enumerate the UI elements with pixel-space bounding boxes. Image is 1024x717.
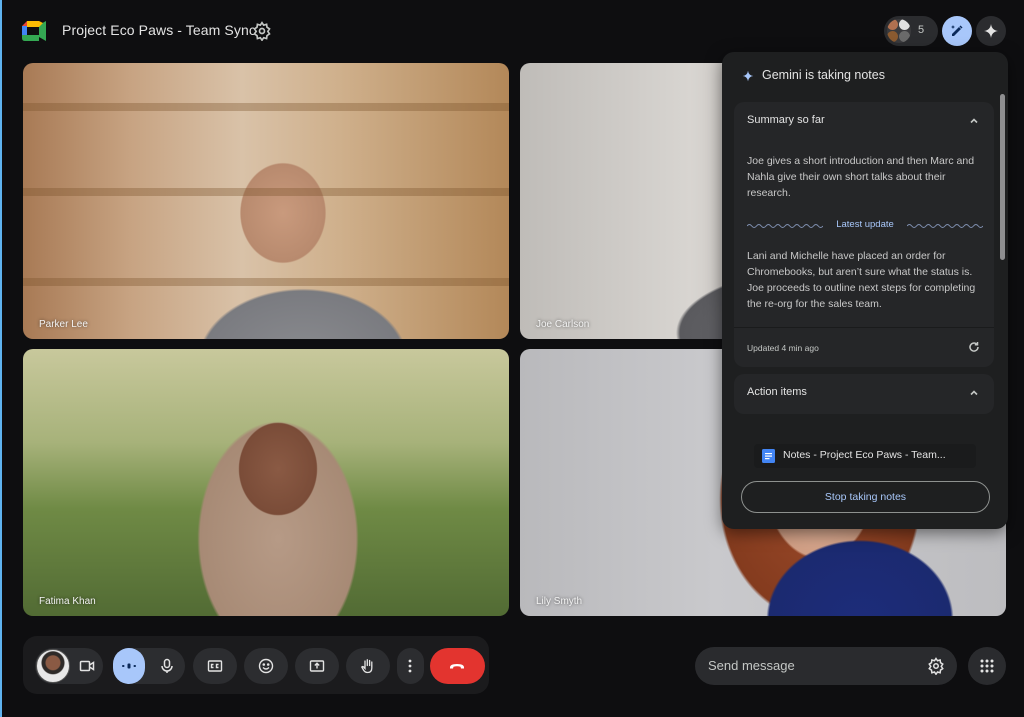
participant-name: Fatima Khan — [39, 596, 96, 607]
closed-captions-icon — [207, 660, 223, 672]
video-tile[interactable]: Parker Lee — [23, 63, 509, 339]
participant-name: Parker Lee — [39, 319, 88, 330]
stop-taking-notes-button[interactable]: Stop taking notes — [741, 481, 990, 513]
scrollbar[interactable] — [1000, 94, 1005, 260]
audio-level-icon — [122, 663, 136, 669]
call-end-icon — [450, 664, 464, 669]
hand-icon — [361, 659, 373, 674]
audio-level-button[interactable] — [113, 648, 145, 684]
emoji-icon — [258, 658, 274, 674]
doc-link-label: Notes - Project Eco Paws - Team... — [783, 449, 946, 461]
chevron-up-icon[interactable] — [968, 387, 980, 399]
participant-name: Joe Carlson — [536, 319, 590, 330]
videocam-icon — [79, 660, 95, 672]
wave-divider-icon — [907, 224, 983, 228]
latest-update-divider: Latest update — [747, 219, 983, 233]
camera-button[interactable] — [35, 648, 103, 684]
notes-doc-link[interactable]: Notes - Project Eco Paws - Team... — [754, 444, 976, 468]
top-bar: Project Eco Paws - Team Sync 5 — [2, 0, 1024, 60]
send-message-input[interactable]: Send message — [695, 647, 957, 685]
raise-hand-button[interactable] — [346, 648, 390, 684]
google-docs-icon — [762, 449, 775, 463]
gemini-notes-panel: Gemini is taking notes Summary so far Jo… — [722, 52, 1008, 529]
pen-sparkle-icon — [951, 25, 963, 36]
google-meet-logo-icon — [22, 21, 46, 41]
gemini-button[interactable] — [976, 16, 1006, 46]
more-options-button[interactable] — [397, 648, 424, 684]
gemini-sparkle-icon — [742, 70, 754, 82]
present-screen-icon — [309, 660, 325, 672]
summary-text: Joe gives a short introduction and then … — [747, 155, 975, 199]
chevron-up-icon[interactable] — [968, 115, 980, 127]
call-controls-bar — [23, 636, 489, 694]
activities-button[interactable] — [968, 647, 1006, 685]
reactions-button[interactable] — [244, 648, 288, 684]
participants-button[interactable]: 5 — [884, 16, 938, 46]
present-screen-button[interactable] — [295, 648, 339, 684]
summary-heading: Summary so far — [747, 114, 825, 126]
leave-call-button[interactable] — [430, 648, 485, 684]
self-view-avatar — [36, 649, 70, 683]
meeting-title: Project Eco Paws - Team Sync — [62, 22, 256, 38]
more-vert-icon — [408, 659, 412, 673]
video-tile[interactable]: Fatima Khan — [23, 349, 509, 616]
updated-timestamp: Updated 4 min ago — [747, 343, 819, 353]
take-notes-button[interactable] — [942, 16, 972, 46]
participant-avatars — [887, 19, 911, 43]
latest-update-text: Lani and Michelle have placed an order f… — [747, 250, 976, 310]
participant-count: 5 — [918, 24, 925, 36]
sparkle-icon — [984, 24, 998, 38]
mic-control-group — [113, 648, 185, 684]
action-items-section[interactable]: Action items — [734, 374, 994, 414]
gear-icon[interactable] — [927, 657, 945, 675]
gear-icon[interactable] — [252, 21, 272, 41]
panel-title: Gemini is taking notes — [762, 68, 885, 82]
action-items-heading: Action items — [747, 386, 807, 398]
participant-name: Lily Smyth — [536, 596, 583, 607]
divider — [734, 327, 994, 328]
refresh-icon[interactable] — [968, 341, 980, 353]
mic-icon[interactable] — [159, 658, 175, 674]
summary-section: Summary so far Joe gives a short introdu… — [734, 102, 994, 367]
apps-grid-icon — [980, 659, 994, 673]
captions-button[interactable] — [193, 648, 237, 684]
message-placeholder: Send message — [708, 658, 795, 673]
